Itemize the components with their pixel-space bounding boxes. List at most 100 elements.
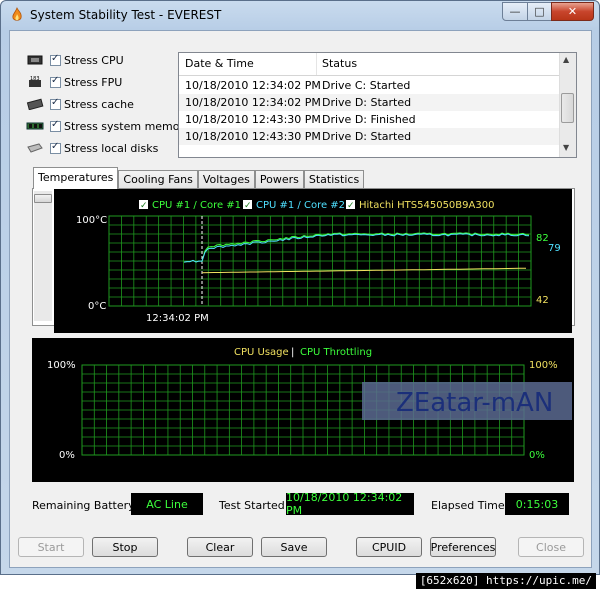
close-window-button[interactable]: ✕ xyxy=(551,2,594,21)
log-header: Date & Time Status xyxy=(179,53,559,76)
log-scrollbar[interactable]: ▲ ▼ xyxy=(559,53,576,157)
stress-cache-option[interactable]: Stress cache xyxy=(26,95,134,113)
stress-cache-label: Stress cache xyxy=(64,97,134,111)
legend-separator: | xyxy=(291,347,294,358)
close-icon: ✕ xyxy=(567,5,578,18)
temp-y-bottom: 0°C xyxy=(88,301,106,312)
test-started-label: Test Started: xyxy=(219,499,289,512)
stress-fpu-option[interactable]: 183 Stress FPU xyxy=(26,73,122,91)
tab-statistics[interactable]: Statistics xyxy=(303,170,365,189)
log-row-status: Drive D: Finished xyxy=(322,113,416,126)
cpu-right-top: 100% xyxy=(529,360,558,371)
tab-temperatures[interactable]: Temperatures xyxy=(33,167,119,189)
log-row[interactable]: 10/18/2010 12:43:30 PM Drive D: Finished xyxy=(179,111,559,128)
log-row-status: Drive D: Started xyxy=(322,96,412,109)
column-header-date[interactable]: Date & Time xyxy=(185,57,254,70)
reading-disk: 42 xyxy=(536,295,549,306)
scroll-down-icon[interactable]: ▼ xyxy=(563,143,569,152)
stress-cpu-option[interactable]: Stress CPU xyxy=(26,51,124,69)
window-title: System Stability Test - EVEREST xyxy=(30,8,222,22)
fpu-chip-icon: 183 xyxy=(29,76,41,87)
log-row[interactable]: 10/18/2010 12:34:02 PM Drive D: Started xyxy=(179,94,559,111)
stress-memory-label: Stress system memory xyxy=(64,119,191,133)
scroll-up-icon[interactable]: ▲ xyxy=(563,55,569,64)
series-disk-line xyxy=(201,267,526,274)
log-row[interactable]: 10/18/2010 12:43:30 PM Drive D: Started xyxy=(179,128,559,145)
legend-cpu-throttling: CPU Throttling xyxy=(300,347,372,358)
series-core1-line xyxy=(183,232,530,263)
maximize-icon: □ xyxy=(534,5,545,18)
stress-disks-checkbox[interactable] xyxy=(50,141,61,154)
column-header-status[interactable]: Status xyxy=(322,57,357,70)
cpu-left-bottom: 0% xyxy=(59,450,75,461)
cache-chip-icon xyxy=(26,98,44,110)
stress-fpu-label: Stress FPU xyxy=(64,75,123,89)
reading-core2: 79 xyxy=(548,243,561,254)
stress-cache-checkbox[interactable] xyxy=(50,97,61,110)
cpu-chip-icon xyxy=(27,55,43,65)
client-area: Stress CPU 183 Stress FPU Stress cache S… xyxy=(9,30,592,568)
watermark-text: ZEatar-mAN xyxy=(396,388,553,418)
event-log-list[interactable]: Date & Time Status 10/18/2010 12:34:02 P… xyxy=(178,52,577,158)
log-row-date: 10/18/2010 12:43:30 PM xyxy=(185,130,321,143)
tab-voltages[interactable]: Voltages xyxy=(197,170,255,189)
cpuid-button[interactable]: CPUID xyxy=(356,537,422,557)
battery-label: Remaining Battery: xyxy=(32,499,138,512)
stress-fpu-checkbox[interactable] xyxy=(50,75,61,88)
stress-disks-label: Stress local disks xyxy=(64,141,159,155)
scroll-thumb[interactable] xyxy=(561,93,574,123)
temp-grid xyxy=(108,215,532,307)
temp-y-top: 100°C xyxy=(76,215,107,226)
log-row-date: 10/18/2010 12:34:02 PM xyxy=(185,96,321,109)
log-row-status: Drive C: Started xyxy=(322,79,411,92)
log-row[interactable]: 10/18/2010 12:34:02 PM Drive C: Started xyxy=(179,77,559,94)
svg-text:✓: ✓ xyxy=(244,201,252,211)
save-button[interactable]: Save xyxy=(261,537,327,557)
sensor-tabs: Temperatures Cooling Fans Voltages Power… xyxy=(33,167,365,189)
cpu-left-top: 100% xyxy=(47,360,76,371)
battery-value: AC Line xyxy=(131,493,203,515)
clear-button[interactable]: Clear xyxy=(187,537,253,557)
stress-disks-option[interactable]: Stress local disks xyxy=(26,139,158,157)
start-button[interactable]: Start xyxy=(18,537,84,557)
test-started-value: 10/18/2010 12:34:02 PM xyxy=(286,491,414,517)
close-button[interactable]: Close xyxy=(518,537,584,557)
svg-text:183: 183 xyxy=(30,76,40,82)
minimize-button[interactable]: — xyxy=(502,2,528,21)
svg-text:✓: ✓ xyxy=(347,201,355,211)
temperature-graph: ✓ CPU #1 / Core #1 ✓ CPU #1 / Core #2 ✓ … xyxy=(54,189,572,333)
series-core2-line xyxy=(183,233,530,263)
slider-knob[interactable] xyxy=(34,194,52,203)
graph-scale-slider[interactable] xyxy=(34,191,52,321)
stress-cpu-checkbox[interactable] xyxy=(50,53,61,66)
tab-cooling-fans[interactable]: Cooling Fans xyxy=(118,170,198,189)
title-bar[interactable]: System Stability Test - EVEREST — □ ✕ xyxy=(1,1,599,29)
temp-legend: ✓ CPU #1 / Core #1 ✓ CPU #1 / Core #2 ✓ … xyxy=(139,200,494,211)
preferences-button[interactable]: Preferences xyxy=(430,537,496,557)
log-row-date: 10/18/2010 12:34:02 PM xyxy=(185,79,321,92)
cpu-usage-graph: CPU Usage | CPU Throttling 100% 0% 100% … xyxy=(32,338,574,482)
app-window: System Stability Test - EVEREST — □ ✕ St… xyxy=(0,0,600,575)
maximize-button[interactable]: □ xyxy=(527,2,552,21)
stress-memory-option[interactable]: Stress system memory xyxy=(26,117,191,135)
reading-core1: 82 xyxy=(536,233,549,244)
legend-cpu-usage: CPU Usage xyxy=(234,347,289,358)
log-row-status: Drive D: Started xyxy=(322,130,412,143)
stress-memory-checkbox[interactable] xyxy=(50,119,61,132)
cpu-graph-canvas: CPU Usage | CPU Throttling 100% 0% 100% … xyxy=(47,347,572,461)
stop-button[interactable]: Stop xyxy=(92,537,158,557)
elapsed-label: Elapsed Time: xyxy=(431,499,509,512)
log-row-date: 10/18/2010 12:43:30 PM xyxy=(185,113,321,126)
status-bar: Remaining Battery: AC Line Test Started:… xyxy=(10,491,591,517)
everest-flame-icon xyxy=(12,7,22,21)
memory-module-icon xyxy=(26,122,44,130)
minimize-icon: — xyxy=(509,5,521,18)
marker-time: 12:34:02 PM xyxy=(146,313,209,324)
image-host-credit: [652x620] https://upic.me/ xyxy=(415,573,596,589)
legend-disk: Hitachi HTS545050B9A300 xyxy=(359,200,494,211)
legend-core1: CPU #1 / Core #1 xyxy=(152,200,241,211)
svg-text:✓: ✓ xyxy=(140,201,148,211)
elapsed-value: 0:15:03 xyxy=(505,493,569,515)
legend-core2: CPU #1 / Core #2 xyxy=(256,200,345,211)
tab-powers[interactable]: Powers xyxy=(254,170,304,189)
